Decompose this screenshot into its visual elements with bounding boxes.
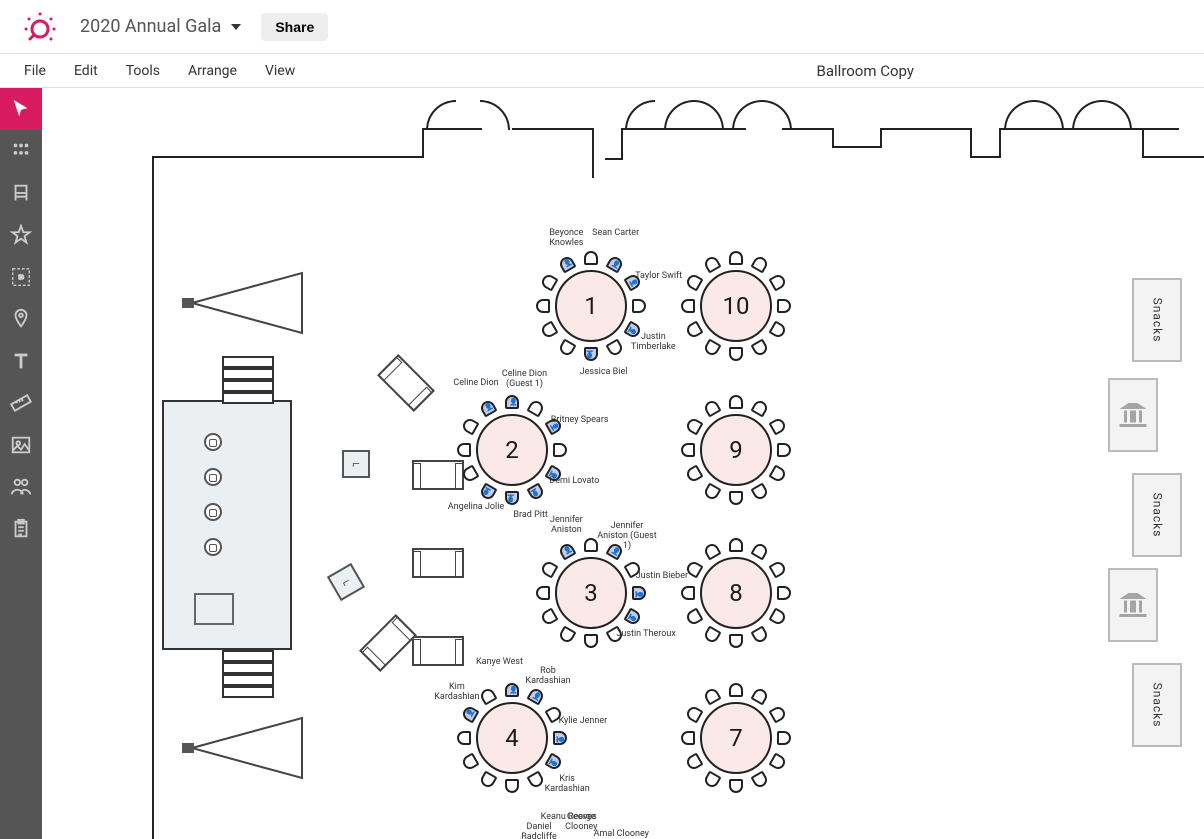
tool-image[interactable] (0, 424, 42, 466)
chair[interactable] (729, 395, 743, 409)
guest-label: Amal Clooney (591, 829, 651, 839)
table-body[interactable]: 2 (476, 414, 548, 486)
table-body[interactable]: 10 (700, 270, 772, 342)
chair[interactable] (777, 443, 791, 457)
chair[interactable] (584, 251, 598, 265)
table-body[interactable]: 1 (555, 270, 627, 342)
tool-group-select[interactable] (0, 256, 42, 298)
guest-label: Justin Theroux (616, 629, 676, 639)
share-button[interactable]: Share (261, 13, 328, 41)
chair[interactable] (681, 299, 695, 313)
display-station[interactable] (1108, 568, 1158, 642)
chair[interactable] (729, 251, 743, 265)
chair[interactable] (777, 586, 791, 600)
table-body[interactable]: 4 (476, 702, 548, 774)
table-body[interactable]: 7 (700, 702, 772, 774)
chair[interactable] (729, 347, 743, 361)
guest-label: Jennifer Aniston (Guest 1) (597, 521, 657, 551)
chair[interactable] (729, 779, 743, 793)
chair[interactable] (681, 443, 695, 457)
chair[interactable] (777, 731, 791, 745)
guest-label: Kim Kardashian (427, 682, 487, 702)
chair[interactable] (553, 731, 567, 745)
menu-file[interactable]: File (10, 57, 60, 85)
tool-clipboard[interactable] (0, 508, 42, 550)
guest-label: Demi Lovato (544, 476, 604, 486)
table-body[interactable]: 8 (700, 557, 772, 629)
app-logo[interactable] (20, 7, 60, 47)
snack-station[interactable]: Snacks (1132, 663, 1182, 747)
guest-label: Rob Kardashian (518, 666, 578, 686)
menu-edit[interactable]: Edit (60, 57, 112, 85)
guest-label: Kylie Jenner (553, 716, 613, 726)
tool-location-pin[interactable] (0, 298, 42, 340)
monitor[interactable] (342, 450, 370, 478)
caret-down-icon (231, 24, 241, 30)
chair[interactable] (777, 299, 791, 313)
chair[interactable] (632, 586, 646, 600)
guest-label: Celine Dion (Guest 1) (495, 369, 555, 389)
chair[interactable] (584, 347, 598, 361)
chair[interactable] (584, 538, 598, 552)
display-station[interactable] (1108, 378, 1158, 452)
snack-station[interactable]: Snacks (1132, 278, 1182, 362)
table-body[interactable]: 3 (555, 557, 627, 629)
chair[interactable] (536, 586, 550, 600)
chair[interactable] (505, 491, 519, 505)
guest-label: Kris Kardashian (537, 774, 597, 794)
chair[interactable] (584, 634, 598, 648)
guest-label: Jessica Biel (574, 367, 634, 377)
sofa[interactable] (412, 548, 464, 578)
chair[interactable] (553, 443, 567, 457)
menu-view[interactable]: View (251, 57, 309, 85)
chair[interactable] (632, 299, 646, 313)
chair[interactable] (729, 634, 743, 648)
chair[interactable] (505, 683, 519, 697)
snack-station[interactable]: Snacks (1132, 473, 1182, 557)
floorplan-canvas[interactable]: Snacks Snacks Snacks 1Beyonce KnowlesSea… (42, 88, 1204, 839)
event-name-label: 2020 Annual Gala (80, 16, 221, 37)
document-title: Ballroom Copy (817, 62, 914, 80)
guest-label: Angelina Jolie (446, 502, 506, 512)
chair[interactable] (505, 395, 519, 409)
event-name-dropdown[interactable]: 2020 Annual Gala (80, 16, 241, 37)
left-toolbar (0, 88, 42, 839)
tool-seating[interactable] (0, 130, 42, 172)
sofa[interactable] (412, 460, 464, 490)
chair[interactable] (536, 299, 550, 313)
tool-pointer[interactable] (0, 88, 42, 130)
chair[interactable] (681, 586, 695, 600)
chair[interactable] (729, 491, 743, 505)
guest-label: Taylor Swift (629, 271, 689, 281)
table-body[interactable]: 9 (700, 414, 772, 486)
chair[interactable] (505, 779, 519, 793)
menu-tools[interactable]: Tools (112, 57, 174, 85)
tool-text[interactable] (0, 340, 42, 382)
guest-label: Britney Spears (550, 415, 610, 425)
guest-label: Sean Carter (586, 228, 646, 238)
guest-label: Jennifer Aniston (536, 515, 596, 535)
tool-people[interactable] (0, 466, 42, 508)
guest-label: Justin Bieber (632, 571, 692, 581)
menu-arrange[interactable]: Arrange (174, 57, 251, 85)
chair[interactable] (729, 538, 743, 552)
chair[interactable] (457, 443, 471, 457)
tool-measure[interactable] (0, 382, 42, 424)
chair[interactable] (457, 731, 471, 745)
tool-star[interactable] (0, 214, 42, 256)
chair[interactable] (729, 683, 743, 697)
tool-chair[interactable] (0, 172, 42, 214)
guest-label: Justin Timberlake (623, 332, 683, 352)
chair[interactable] (681, 731, 695, 745)
sofa[interactable] (412, 636, 464, 666)
